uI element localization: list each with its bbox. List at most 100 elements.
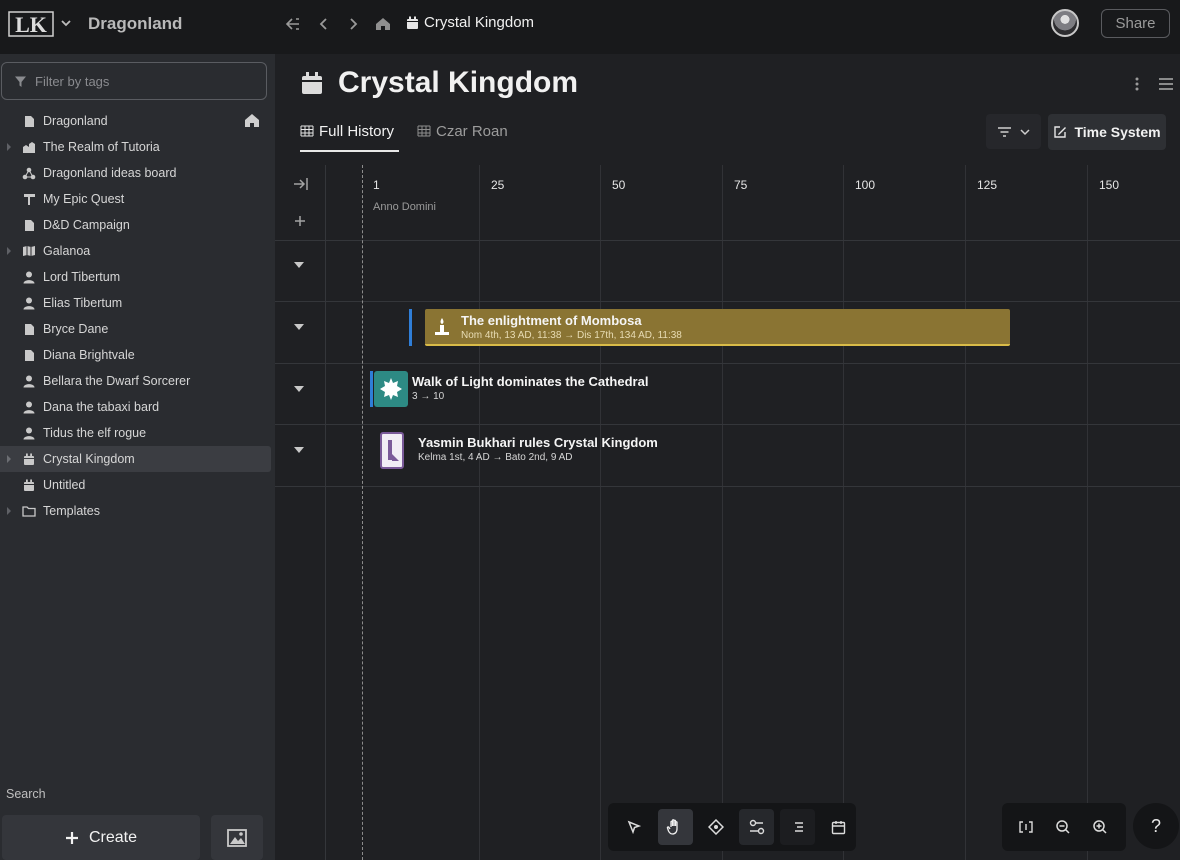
sidebar-item-lord-tibertum[interactable]: Lord Tibertum	[0, 264, 275, 290]
sidebar-item-dana[interactable]: Dana the tabaxi bard	[0, 394, 275, 420]
tag-filter-input[interactable]	[35, 73, 255, 89]
event-walk-of-light[interactable]: Walk of Light dominates the Cathedral 3 …	[412, 374, 648, 402]
add-node-tool-button[interactable]	[699, 809, 734, 845]
create-button[interactable]: Create	[2, 815, 200, 860]
sidebar-item-label: Elias Tibertum	[43, 296, 123, 310]
app-logo[interactable]: LK	[8, 11, 54, 37]
sidebar-item-untitled[interactable]: Untitled	[0, 472, 275, 498]
top-bar: LK Dragonland Crystal Kingdom Share	[0, 0, 1180, 54]
zoom-in-button[interactable]	[1082, 809, 1118, 845]
map-icon	[22, 244, 36, 258]
sidebar-item-bellara[interactable]: Bellara the Dwarf Sorcerer	[0, 368, 275, 394]
grid-view-icon	[417, 125, 431, 137]
workspace-chevron-down-icon[interactable]	[60, 17, 72, 29]
expand-caret-icon[interactable]	[6, 143, 12, 151]
sidebar-item-label: Tidus the elf rogue	[43, 426, 147, 440]
expand-caret-icon[interactable]	[6, 507, 12, 515]
filter-lines-icon	[997, 126, 1012, 138]
sidebar-item-label: Dragonland	[43, 114, 108, 128]
sidebar-item-my-epic-quest[interactable]: My Epic Quest	[0, 186, 275, 212]
sidebar-item-realm-of-tutoria[interactable]: The Realm of Tutoria	[0, 134, 275, 160]
back-arrow-icon[interactable]	[315, 15, 333, 33]
user-avatar[interactable]	[1051, 9, 1079, 37]
forward-arrow-icon[interactable]	[344, 15, 362, 33]
row-divider	[275, 486, 1180, 487]
tab-czar-roan[interactable]: Czar Roan	[417, 120, 508, 152]
image-button[interactable]	[211, 815, 263, 860]
edit-icon	[1053, 125, 1067, 139]
event-yasmin-bukhari-icon[interactable]	[380, 432, 404, 469]
collapse-sidebar-icon[interactable]	[284, 15, 302, 33]
event-title: The enlightment of Mombosa	[461, 312, 642, 328]
breadcrumb[interactable]: Crystal Kingdom	[406, 14, 534, 31]
grid-line	[1087, 165, 1088, 860]
sidebar-item-label: D&D Campaign	[43, 218, 130, 232]
sidebar-item-label: The Realm of Tutoria	[43, 140, 160, 154]
sidebar-item-label: Untitled	[43, 478, 86, 492]
hamburger-menu-icon[interactable]	[1158, 77, 1174, 91]
sidebar-item-label: Dragonland ideas board	[43, 166, 177, 180]
sidebar-item-templates[interactable]: Templates	[0, 498, 275, 524]
sidebar-item-galanoa[interactable]: Galanoa	[0, 238, 275, 264]
row-toggle-chevron-icon[interactable]	[293, 322, 305, 332]
select-tool-button[interactable]	[617, 809, 652, 845]
event-date-range: Nom 4th, 13 AD, 11:38 → Dis 17th, 134 AD…	[461, 329, 682, 341]
event-enlightment-of-mombosa[interactable]: The enlightment of Mombosa Nom 4th, 13 A…	[425, 309, 1010, 346]
home-icon[interactable]	[374, 15, 392, 33]
tab-full-history[interactable]: Full History	[300, 120, 399, 152]
sidebar-item-crystal-kingdom[interactable]: Crystal Kingdom	[0, 446, 271, 472]
filter-dropdown-button[interactable]	[986, 114, 1041, 149]
tag-filter[interactable]	[1, 62, 267, 100]
expand-caret-icon[interactable]	[6, 247, 12, 255]
home-icon[interactable]	[244, 113, 260, 128]
sidebar-item-label: Bryce Dane	[43, 322, 109, 336]
outline-tool-button[interactable]	[780, 809, 816, 845]
event-date-range: 3 → 10	[412, 391, 445, 402]
row-toggle-chevron-icon[interactable]	[293, 445, 305, 455]
zoom-out-button[interactable]	[1045, 809, 1081, 845]
filter-funnel-icon	[14, 75, 27, 88]
fit-view-button[interactable]	[1008, 809, 1044, 845]
share-button[interactable]: Share	[1101, 9, 1170, 38]
create-button-label: Create	[88, 828, 138, 846]
calendar-icon	[22, 478, 36, 492]
diamond-node-icon	[708, 819, 725, 835]
add-row-icon[interactable]	[293, 214, 307, 228]
collapse-rows-icon[interactable]	[293, 177, 309, 191]
tick-label: 150	[1099, 178, 1120, 192]
sidebar-item-elias-tibertum[interactable]: Elias Tibertum	[0, 290, 275, 316]
page-title: Crystal Kingdom	[338, 66, 579, 99]
calendar-tool-button[interactable]	[821, 809, 856, 845]
folder-icon	[22, 504, 36, 518]
time-system-button[interactable]: Time System	[1048, 114, 1166, 150]
event-yasmin-bukhari[interactable]: Yasmin Bukhari rules Crystal Kingdom Kel…	[418, 435, 658, 463]
grid-line	[479, 165, 480, 860]
row-toggle-chevron-icon[interactable]	[293, 260, 305, 270]
more-options-icon[interactable]	[1131, 76, 1143, 92]
sidebar-item-ideas-board[interactable]: Dragonland ideas board	[0, 160, 275, 186]
gutter-divider	[325, 165, 326, 860]
connect-tool-button[interactable]	[739, 809, 775, 845]
sidebar-item-diana-brightvale[interactable]: Diana Brightvale	[0, 342, 275, 368]
tick-label: 25	[491, 178, 505, 192]
row-divider	[275, 301, 1180, 302]
event-title: Yasmin Bukhari rules Crystal Kingdom	[418, 435, 658, 450]
timeline-canvas[interactable]: 1 25 50 75 100 125 150 Anno Domini The e…	[275, 165, 1180, 860]
sidebar-item-tidus[interactable]: Tidus the elf rogue	[0, 420, 275, 446]
plus-icon	[65, 831, 79, 845]
event-walk-of-light-icon[interactable]	[374, 371, 408, 407]
grid-line	[722, 165, 723, 860]
sidebar-item-dragonland[interactable]: Dragonland	[0, 108, 275, 134]
person-icon	[22, 426, 36, 440]
sidebar-item-dnd-campaign[interactable]: D&D Campaign	[0, 212, 275, 238]
row-toggle-chevron-icon[interactable]	[293, 384, 305, 394]
search-link[interactable]: Search	[6, 787, 46, 801]
sidebar-item-bryce-dane[interactable]: Bryce Dane	[0, 316, 275, 342]
sidebar-item-label: Galanoa	[43, 244, 91, 258]
pan-tool-button[interactable]	[657, 809, 693, 845]
expand-caret-icon[interactable]	[6, 455, 12, 463]
help-button[interactable]: ?	[1133, 803, 1179, 849]
calendar-icon	[301, 71, 323, 95]
event-row-marker	[409, 309, 412, 346]
workspace-name[interactable]: Dragonland	[88, 14, 182, 34]
